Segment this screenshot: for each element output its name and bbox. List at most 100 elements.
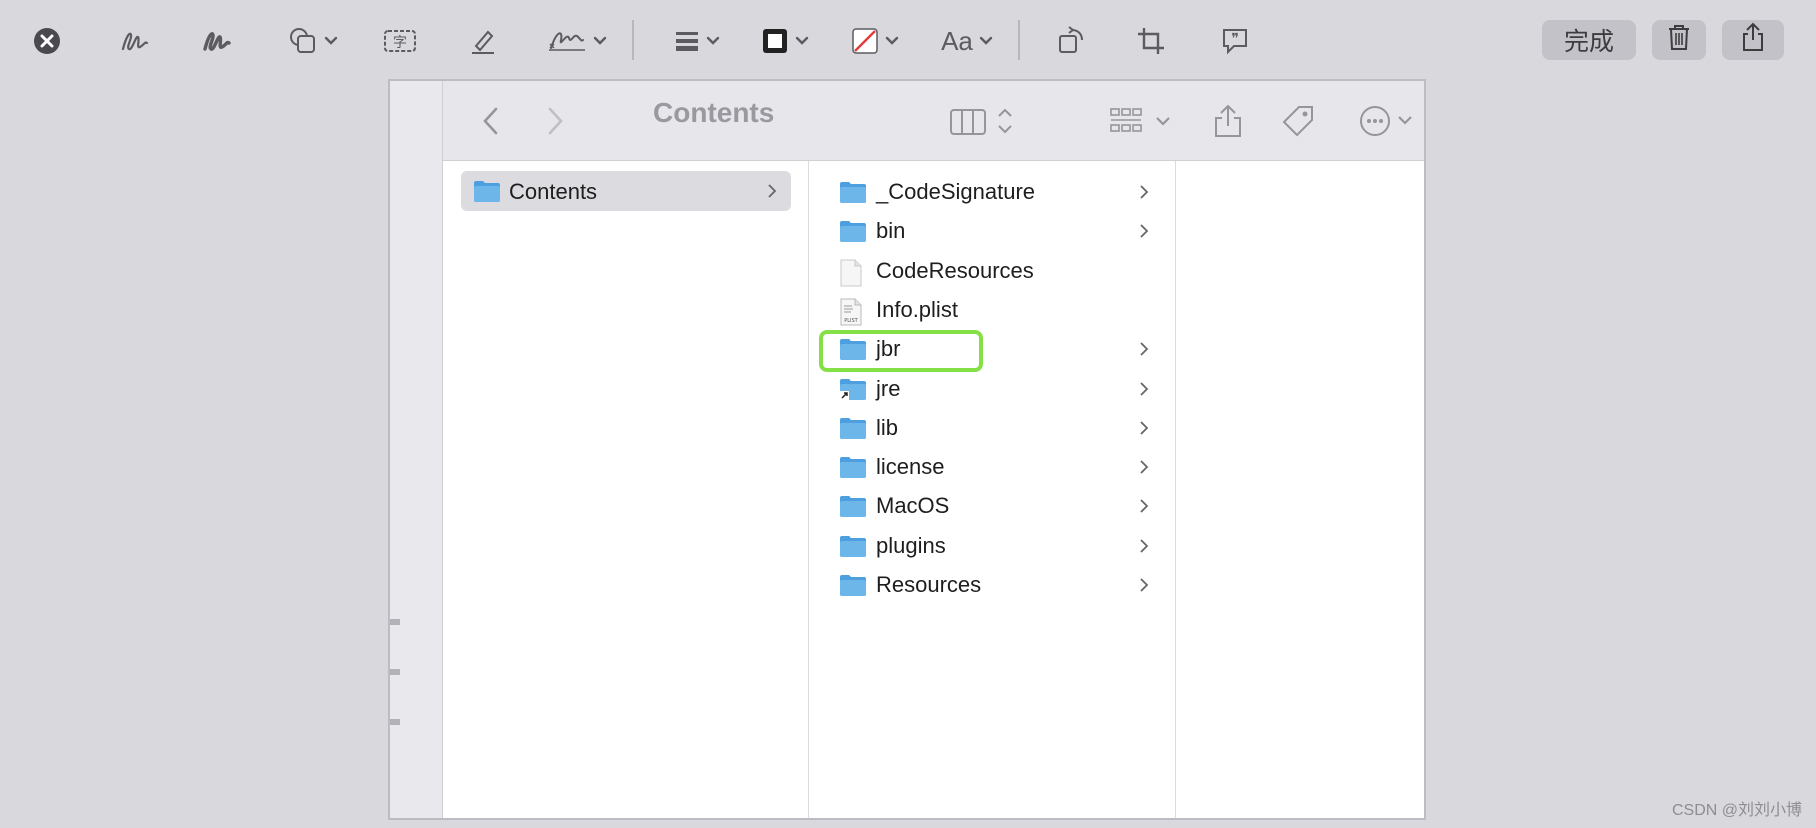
list-item-selected[interactable]: Contents <box>461 171 791 211</box>
list-item-label: CodeResources <box>876 257 1034 283</box>
finder-title: Contents <box>653 97 775 128</box>
done-button[interactable]: 完成 <box>1542 20 1636 60</box>
chevron-down-icon <box>795 36 809 46</box>
column-view-icon[interactable] <box>949 101 1015 141</box>
list-item[interactable]: _CodeSignature <box>809 173 1175 211</box>
list-item-label: jre <box>876 375 901 401</box>
chevron-right-icon <box>767 183 777 204</box>
watermark: CSDN @刘刘小博 <box>1671 802 1802 819</box>
finder-column-1: Contents <box>443 161 809 818</box>
list-item-label: MacOS <box>876 493 950 519</box>
folder-icon <box>839 573 867 602</box>
list-item[interactable]: CodeResources <box>809 252 1175 290</box>
list-item-label: bin <box>876 218 906 244</box>
list-item-label: lib <box>876 414 899 440</box>
list-item[interactable]: bin <box>809 212 1175 250</box>
sidebar-marker <box>390 619 400 625</box>
font-tool[interactable]: Aa <box>936 18 998 64</box>
sketch-icon[interactable] <box>118 18 152 64</box>
folder-icon <box>839 494 867 523</box>
list-item[interactable]: Resources <box>809 566 1175 604</box>
fill-color-tool[interactable] <box>846 18 904 64</box>
list-item[interactable]: license <box>809 448 1175 486</box>
alias-folder-icon <box>839 377 867 406</box>
border-color-tool[interactable] <box>756 18 814 64</box>
folder-icon <box>839 180 867 209</box>
list-item[interactable]: lib <box>809 409 1175 447</box>
folder-icon <box>839 219 867 248</box>
folder-icon <box>839 534 867 563</box>
crop-icon[interactable] <box>1134 18 1168 64</box>
border-color-icon <box>761 27 789 55</box>
chevron-right-icon <box>1139 459 1149 480</box>
shapes-tool[interactable] <box>284 18 342 64</box>
list-item[interactable]: PLIST Info.plist <box>809 291 1175 329</box>
signature-icon <box>547 26 587 56</box>
list-item-label: Info.plist <box>876 296 958 322</box>
list-item-label: _CodeSignature <box>876 179 1036 204</box>
list-item[interactable]: jre <box>809 370 1175 408</box>
shapes-icon <box>288 26 318 56</box>
svg-text:PLIST: PLIST <box>844 318 858 324</box>
list-item-label: Contents <box>509 179 598 204</box>
toolbar-divider <box>1018 20 1020 60</box>
forward-chevron-icon[interactable] <box>545 101 565 141</box>
list-item-label: plugins <box>876 532 946 558</box>
chevron-right-icon <box>1139 498 1149 519</box>
line-style-icon <box>674 29 700 53</box>
font-icon: Aa <box>941 25 973 56</box>
chevron-right-icon <box>1139 381 1149 402</box>
document-icon <box>839 259 863 292</box>
share-icon <box>1741 22 1765 59</box>
folder-icon <box>839 416 867 445</box>
folder-icon <box>473 179 501 208</box>
delete-button[interactable] <box>1652 20 1706 60</box>
chevron-right-icon <box>1139 223 1149 244</box>
description-icon[interactable]: ❞ <box>1218 18 1252 64</box>
finder-column-2: _CodeSignaturebin CodeResources PLIST Info.… <box>809 161 1176 818</box>
group-view-icon[interactable] <box>1109 101 1175 141</box>
chevron-down-icon <box>706 36 720 46</box>
markup-toolbar: 字 Aa ❞ 完成 <box>0 0 1816 80</box>
chevron-right-icon <box>1139 420 1149 441</box>
list-item[interactable]: plugins <box>809 527 1175 565</box>
toolbar-divider <box>632 20 634 60</box>
text-box-icon[interactable]: 字 <box>382 18 418 64</box>
chevron-right-icon <box>1139 341 1149 362</box>
share-icon[interactable] <box>1213 101 1243 141</box>
chevron-right-icon <box>1139 184 1149 205</box>
highlight-pen-icon[interactable] <box>466 18 500 64</box>
list-item-label: Resources <box>876 572 982 597</box>
svg-text:❞: ❞ <box>1231 31 1239 47</box>
list-item[interactable]: MacOS <box>809 487 1175 525</box>
draw-icon[interactable] <box>200 18 234 64</box>
tag-icon[interactable] <box>1281 101 1315 141</box>
more-actions-icon[interactable] <box>1359 101 1415 141</box>
sidebar-marker <box>390 719 400 725</box>
trash-icon <box>1667 23 1691 58</box>
signature-tool[interactable] <box>546 18 608 64</box>
close-circle-icon[interactable] <box>30 18 64 64</box>
finder-toolbar: Contents <box>443 81 1424 161</box>
finder-window: Contents Contents _CodeSignature bin Cod… <box>388 79 1426 820</box>
rotate-icon[interactable] <box>1054 18 1088 64</box>
line-style-tool[interactable] <box>668 18 726 64</box>
sidebar-marker <box>390 669 400 675</box>
fill-color-icon <box>851 27 879 55</box>
chevron-right-icon <box>1139 577 1149 598</box>
chevron-down-icon <box>593 36 607 46</box>
finder-sidebar <box>390 81 443 818</box>
back-chevron-icon[interactable] <box>481 101 501 141</box>
chevron-right-icon <box>1139 538 1149 559</box>
folder-icon <box>839 455 867 484</box>
chevron-down-icon <box>324 36 338 46</box>
share-button[interactable] <box>1722 20 1784 60</box>
chevron-down-icon <box>979 36 993 46</box>
chevron-down-icon <box>885 36 899 46</box>
done-label: 完成 <box>1563 28 1614 56</box>
list-item-label: license <box>876 454 945 480</box>
plist-file-icon: PLIST <box>839 298 863 331</box>
finder-column-3 <box>1176 161 1424 818</box>
text-box-glyph: 字 <box>393 35 407 51</box>
highlight-annotation <box>819 330 983 372</box>
